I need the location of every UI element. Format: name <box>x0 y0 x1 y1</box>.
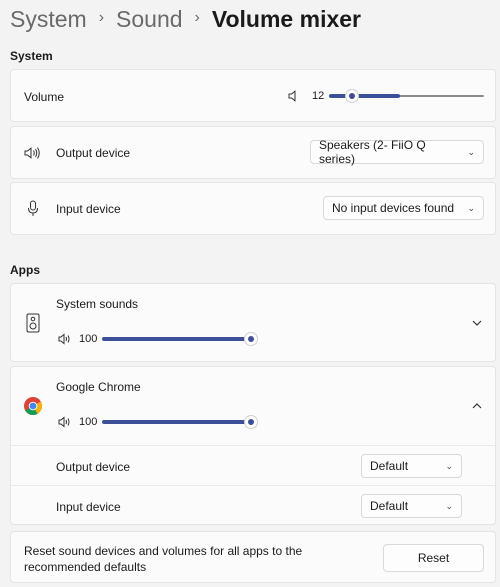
app-volume-value: 100 <box>79 333 98 345</box>
system-volume-thumb[interactable] <box>346 90 358 102</box>
section-title-apps: Apps <box>10 263 40 277</box>
app-input-device-dropdown[interactable]: Default ⌄ <box>361 494 462 518</box>
app-name: System sounds <box>56 297 139 311</box>
chevron-down-icon: ⌄ <box>445 500 453 511</box>
speaker-icon[interactable] <box>58 416 72 428</box>
app-card-system-sounds[interactable]: System sounds 100 <box>10 283 496 362</box>
app-volume-thumb[interactable] <box>245 333 257 345</box>
chevron-down-icon: ⌄ <box>467 202 475 213</box>
divider <box>11 485 495 486</box>
reset-description: Reset sound devices and volumes for all … <box>24 543 302 575</box>
app-output-device-dropdown[interactable]: Default ⌄ <box>361 454 462 478</box>
app-output-device-value: Default <box>370 459 409 473</box>
divider <box>11 445 495 446</box>
app-output-device-label: Output device <box>56 460 131 474</box>
output-device-label: Output device <box>56 146 131 160</box>
reset-description-line-1: Reset sound devices and volumes for all … <box>24 544 303 558</box>
speaker-icon <box>24 147 40 159</box>
breadcrumb-sound[interactable]: Sound <box>116 6 183 33</box>
breadcrumb-system[interactable]: System <box>10 6 87 33</box>
chevron-down-icon: ⌄ <box>445 460 453 471</box>
input-device-label: Input device <box>56 202 121 216</box>
system-volume-card: Volume 12 <box>10 69 496 122</box>
input-device-dropdown[interactable]: No input devices found ⌄ <box>323 196 484 220</box>
app-volume-thumb[interactable] <box>245 416 257 428</box>
chevron-down-icon: ⌄ <box>467 146 475 157</box>
input-device-value: No input devices found <box>332 201 455 215</box>
section-title-system: System <box>10 49 53 63</box>
output-device-dropdown[interactable]: Speakers (2- FiiO Q series) ⌄ <box>310 138 484 166</box>
app-volume-value: 100 <box>79 416 98 428</box>
system-volume-fill <box>329 94 400 98</box>
chevron-up-icon[interactable] <box>471 402 483 410</box>
reset-button[interactable]: Reset <box>383 544 484 572</box>
breadcrumb: System › Sound › Volume mixer <box>10 2 361 36</box>
app-name: Google Chrome <box>56 380 141 394</box>
system-output-card: Output device Speakers (2- FiiO Q series… <box>10 126 496 179</box>
speaker-icon[interactable] <box>58 333 72 345</box>
volume-label: Volume <box>24 90 65 104</box>
app-input-device-value: Default <box>370 499 409 513</box>
app-volume-fill <box>102 337 250 341</box>
system-sounds-icon <box>26 313 40 333</box>
microphone-icon <box>28 200 38 216</box>
chevron-down-icon[interactable] <box>471 319 483 327</box>
app-volume-fill <box>102 420 250 424</box>
app-card-google-chrome: Google Chrome 100 Output device Default … <box>10 366 496 525</box>
breadcrumb-separator: › <box>194 9 200 26</box>
app-input-device-label: Input device <box>56 500 121 514</box>
breadcrumb-separator: › <box>98 9 105 26</box>
reset-card: Reset sound devices and volumes for all … <box>10 531 496 583</box>
chrome-icon <box>24 397 43 416</box>
reset-description-line-2: recommended defaults <box>24 560 147 574</box>
output-device-value: Speakers (2- FiiO Q series) <box>319 138 426 166</box>
speaker-icon[interactable] <box>287 89 301 103</box>
page-title: Volume mixer <box>211 5 361 32</box>
system-input-card: Input device No input devices found ⌄ <box>10 182 496 235</box>
system-volume-value: 12 <box>312 90 325 102</box>
